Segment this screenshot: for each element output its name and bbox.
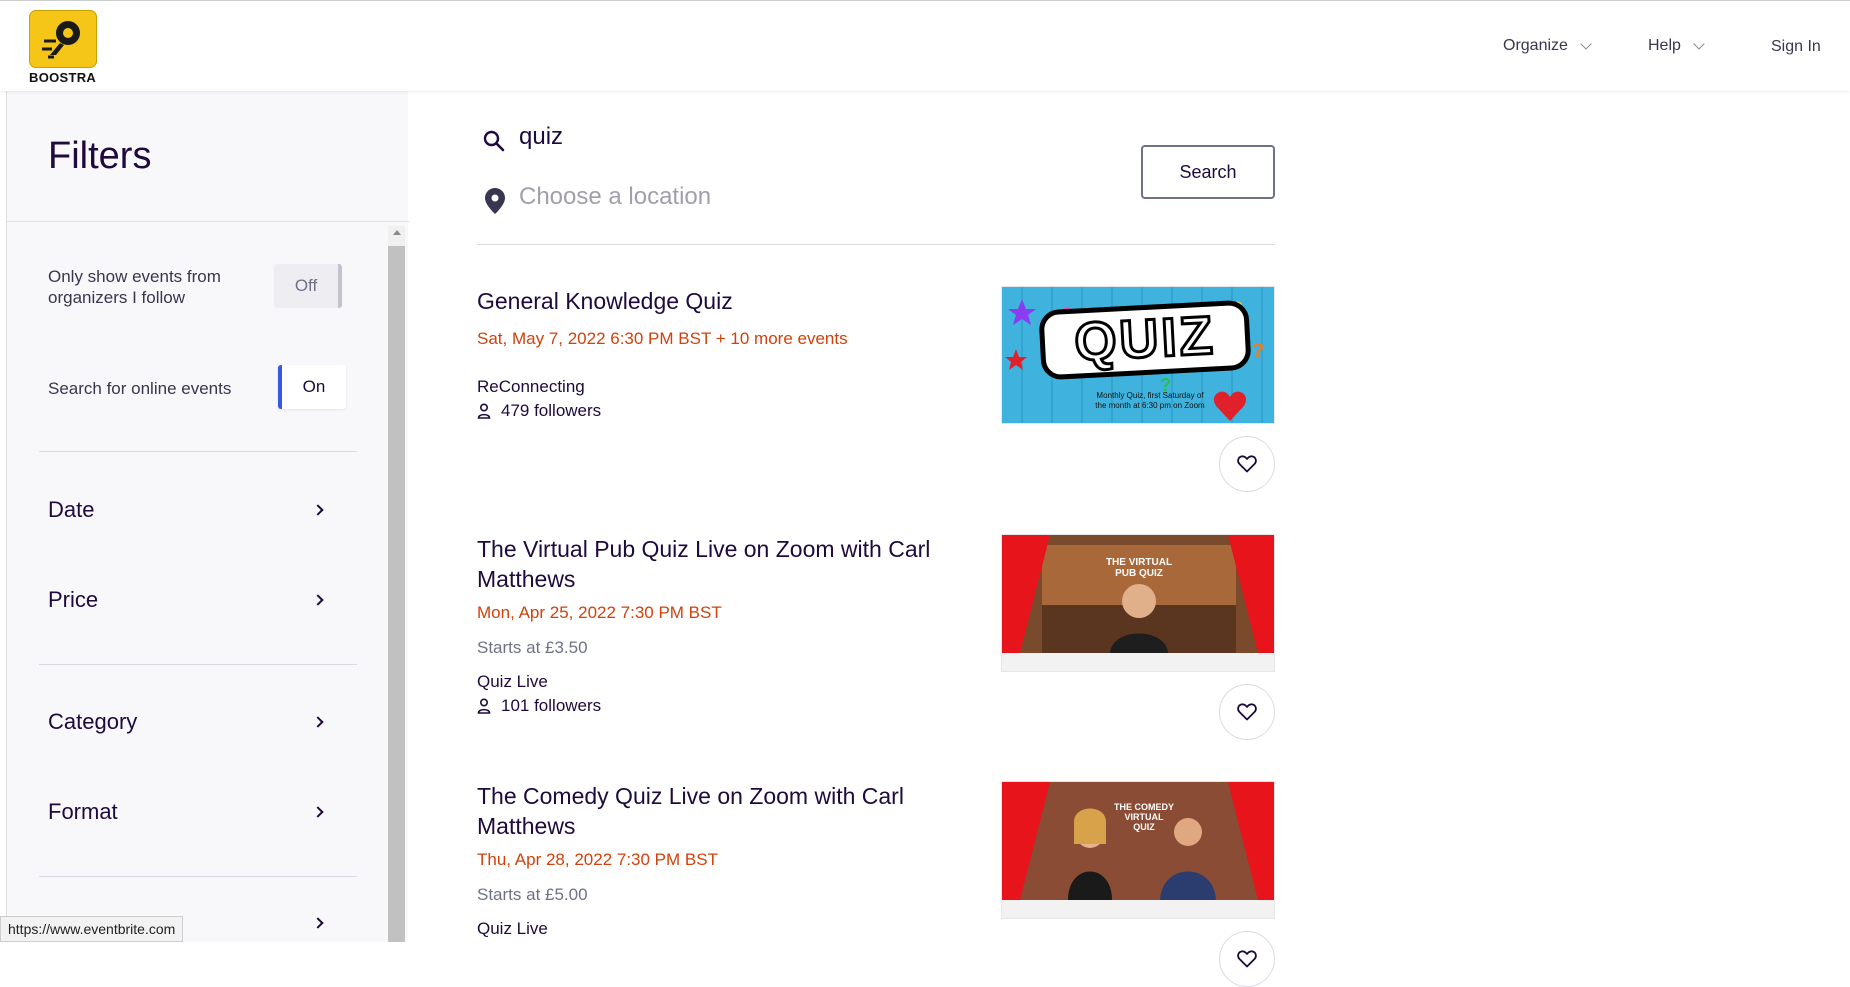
search-icon bbox=[483, 130, 505, 152]
nav-help[interactable]: Help bbox=[1648, 37, 1705, 55]
event-title[interactable]: The Comedy Quiz Live on Zoom with Carl M… bbox=[477, 781, 957, 841]
toggle-label-follow: Only show events from organizers I follo… bbox=[48, 267, 221, 307]
sign-in-label: Sign In bbox=[1771, 38, 1821, 55]
filter-format[interactable]: Format bbox=[48, 799, 328, 825]
chevron-down-icon bbox=[1693, 38, 1705, 50]
event-date: Mon, Apr 25, 2022 7:30 PM BST bbox=[477, 603, 722, 622]
rocket-logo-icon bbox=[29, 10, 97, 68]
event-card[interactable]: The Comedy Quiz Live on Zoom with Carl M… bbox=[477, 781, 1275, 987]
image-title-label: THE COMEDY VIRTUAL QUIZ bbox=[1114, 802, 1175, 832]
event-price: Starts at £3.50 bbox=[477, 638, 588, 657]
event-image[interactable]: THE VIRTUAL PUB QUIZ bbox=[1001, 534, 1275, 672]
event-image[interactable]: THE COMEDY VIRTUAL QUIZ bbox=[1001, 781, 1275, 919]
filter-price-label: Price bbox=[48, 587, 99, 612]
filter-category-label: Category bbox=[48, 709, 138, 734]
location-pin-icon bbox=[485, 188, 505, 214]
filter-category[interactable]: Category bbox=[48, 709, 328, 735]
divider bbox=[7, 221, 409, 222]
logo-text: BOOSTRA bbox=[29, 70, 97, 85]
event-title[interactable]: General Knowledge Quiz bbox=[477, 286, 957, 316]
nav-organize-label: Organize bbox=[1503, 37, 1568, 54]
chevron-down-icon bbox=[1580, 38, 1592, 50]
event-date: Thu, Apr 28, 2022 7:30 PM BST bbox=[477, 850, 718, 869]
search-input[interactable] bbox=[519, 123, 919, 151]
sign-in-link[interactable]: Sign In bbox=[1771, 38, 1821, 56]
event-card[interactable]: General Knowledge Quiz Sat, May 7, 2022 … bbox=[477, 286, 1275, 496]
followers-count: 101 followers bbox=[501, 696, 602, 715]
filters-sidebar: Filters Only show events from organizers… bbox=[6, 91, 409, 942]
filter-price[interactable]: Price bbox=[48, 587, 328, 613]
chevron-right-icon bbox=[312, 806, 324, 818]
followers-count: 479 followers bbox=[501, 401, 602, 420]
filter-format-label: Format bbox=[48, 799, 118, 824]
filter-date-label: Date bbox=[48, 497, 95, 522]
like-button[interactable] bbox=[1219, 684, 1275, 740]
heart-icon bbox=[1237, 703, 1257, 721]
search-button[interactable]: Search bbox=[1141, 145, 1275, 199]
event-image[interactable]: ? ? ? ? QUIZ Monthly Quiz, first Saturda… bbox=[1001, 286, 1275, 424]
event-card[interactable]: The Virtual Pub Quiz Live on Zoom with C… bbox=[477, 534, 1275, 744]
divider bbox=[39, 451, 357, 452]
location-input[interactable] bbox=[519, 183, 919, 211]
person-icon bbox=[477, 403, 491, 419]
nav-organize[interactable]: Organize bbox=[1503, 37, 1592, 55]
heart-icon bbox=[1237, 950, 1257, 968]
top-bar: BOOSTRA Organize Help Sign In bbox=[0, 0, 1850, 91]
toggle-label-online: Search for online events bbox=[48, 379, 232, 398]
divider bbox=[39, 664, 357, 665]
chevron-right-icon bbox=[312, 594, 324, 606]
svg-text:?: ? bbox=[1252, 340, 1264, 362]
filters-title: Filters bbox=[48, 135, 152, 177]
person-icon bbox=[477, 698, 491, 714]
status-bar-url: https://www.eventbrite.com bbox=[0, 916, 184, 942]
like-button[interactable] bbox=[1219, 436, 1275, 492]
main-content: Search General Knowledge Quiz Sat, May 7… bbox=[408, 91, 1850, 987]
event-followers: 479 followers bbox=[477, 401, 601, 421]
event-title[interactable]: The Virtual Pub Quiz Live on Zoom with C… bbox=[477, 534, 957, 594]
like-button[interactable] bbox=[1219, 931, 1275, 987]
event-organizer[interactable]: Quiz Live bbox=[477, 919, 548, 939]
event-date: Sat, May 7, 2022 6:30 PM BST + 10 more e… bbox=[477, 329, 848, 348]
divider bbox=[39, 876, 357, 877]
heart-icon bbox=[1237, 455, 1257, 473]
nav-help-label: Help bbox=[1648, 37, 1681, 54]
logo[interactable]: BOOSTRA bbox=[29, 10, 101, 85]
follow-toggle[interactable]: Off bbox=[274, 264, 342, 308]
online-toggle[interactable]: On bbox=[278, 365, 346, 409]
chevron-right-icon bbox=[312, 504, 324, 516]
image-title-label: THE VIRTUAL PUB QUIZ bbox=[1105, 557, 1173, 579]
image-quiz-label: QUIZ bbox=[1038, 299, 1252, 381]
event-price: Starts at £5.00 bbox=[477, 885, 588, 904]
filter-date[interactable]: Date bbox=[48, 497, 328, 523]
scroll-up-arrow-icon[interactable] bbox=[393, 230, 401, 235]
chevron-right-icon bbox=[312, 716, 324, 728]
event-organizer[interactable]: ReConnecting bbox=[477, 377, 585, 397]
event-followers: 101 followers bbox=[477, 696, 601, 716]
chevron-right-icon bbox=[312, 917, 324, 929]
image-caption: Monthly Quiz, first Saturday of the mont… bbox=[1095, 391, 1205, 410]
event-organizer[interactable]: Quiz Live bbox=[477, 672, 548, 692]
divider bbox=[477, 244, 1275, 245]
sidebar-scrollbar-thumb[interactable] bbox=[388, 246, 405, 942]
